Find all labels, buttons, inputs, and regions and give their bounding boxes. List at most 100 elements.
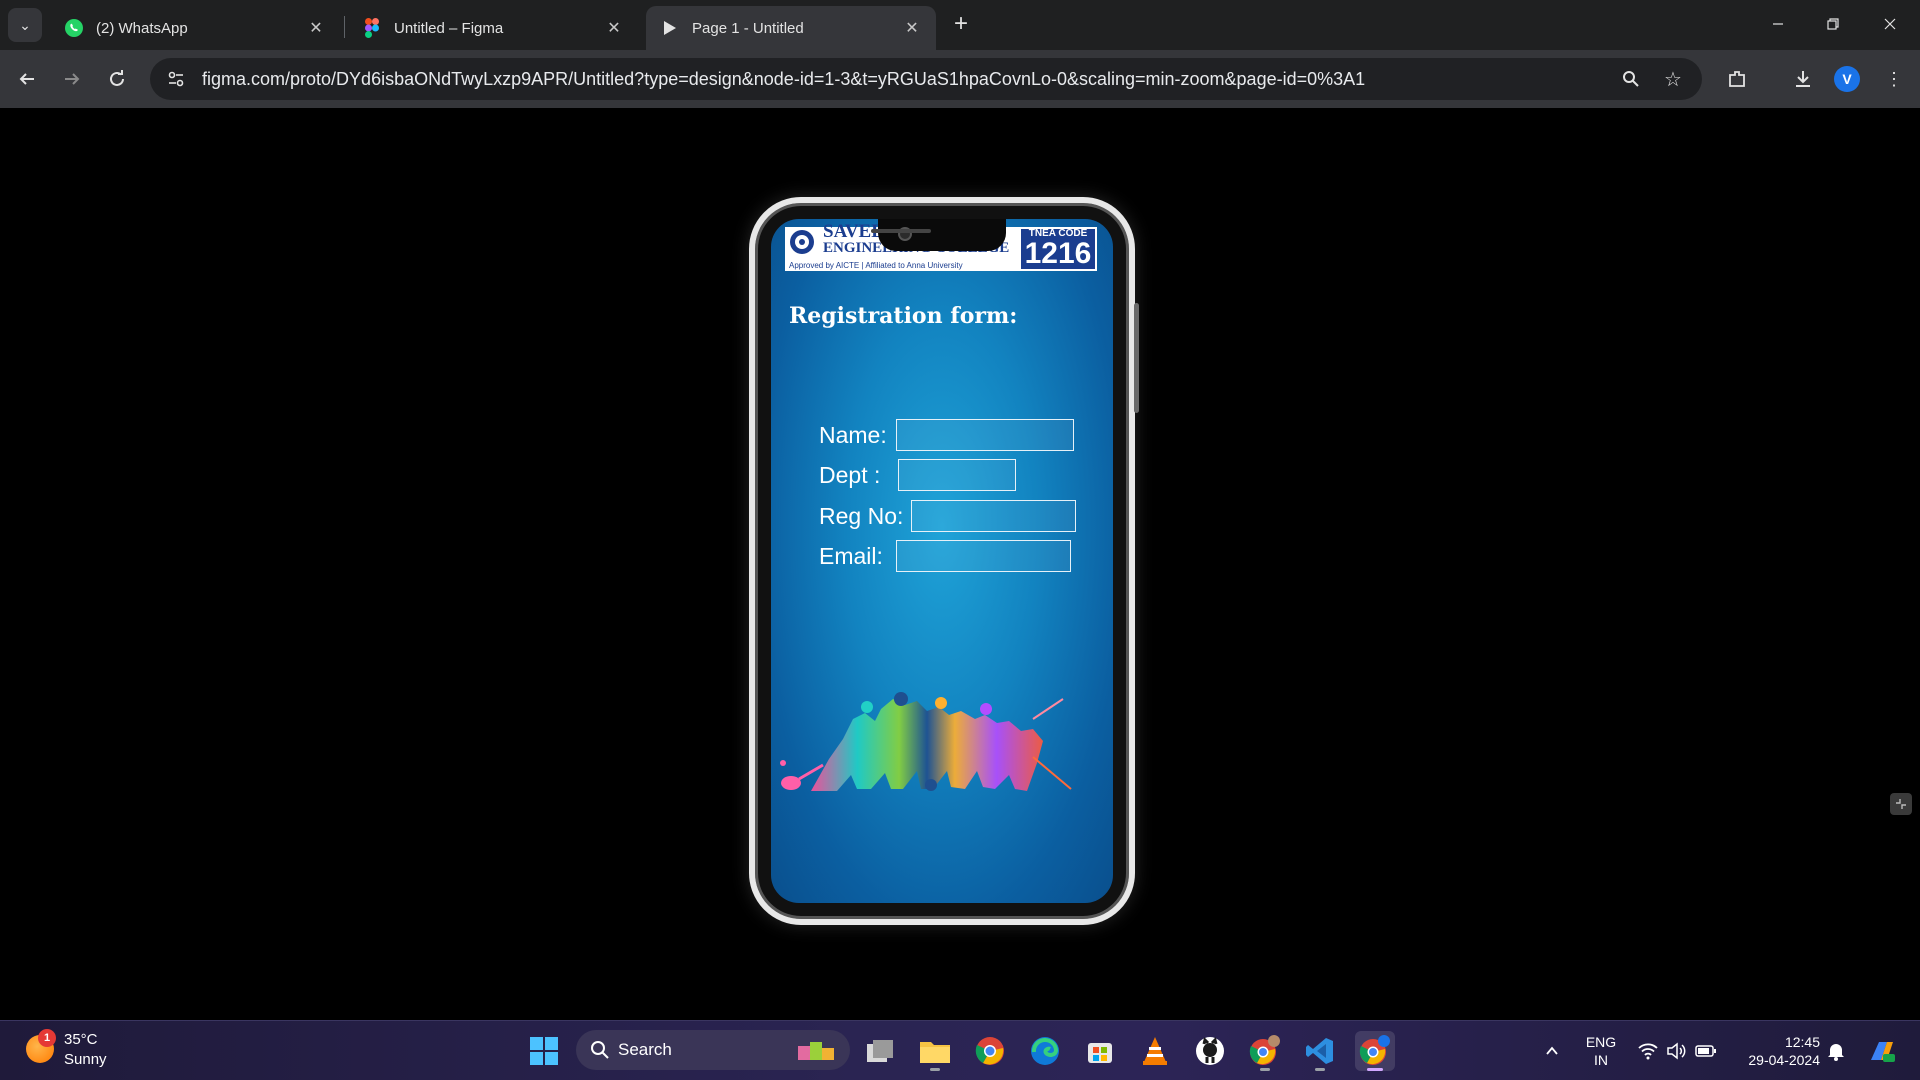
tab-title: Page 1 - Untitled <box>692 19 804 37</box>
reg-no-row: Reg No: <box>819 500 1077 532</box>
extensions-icon[interactable] <box>1722 64 1752 94</box>
edge-icon <box>1031 1037 1059 1065</box>
reg-no-field[interactable] <box>911 500 1077 532</box>
chrome-active-button[interactable] <box>1355 1031 1395 1071</box>
chevron-down-icon: ⌄ <box>19 16 31 33</box>
dept-row: Dept : <box>819 459 1017 491</box>
zoom-icon[interactable] <box>1618 66 1644 92</box>
tab-prototype[interactable]: Page 1 - Untitled ✕ <box>646 6 936 50</box>
input-language[interactable]: ENG IN <box>1578 1033 1624 1069</box>
microsoft-store-button[interactable] <box>1080 1031 1120 1071</box>
start-button[interactable] <box>524 1031 564 1071</box>
close-icon[interactable]: ✕ <box>306 18 326 38</box>
edge-button[interactable] <box>1025 1031 1065 1071</box>
bookmark-star-icon[interactable]: ☆ <box>1660 66 1686 92</box>
email-label: Email: <box>819 542 883 569</box>
search-label: Search <box>618 1040 672 1059</box>
collapse-ui-button[interactable] <box>1890 793 1912 815</box>
reload-icon <box>110 70 124 86</box>
windows-start-icon <box>530 1037 558 1065</box>
collapse-icon <box>1896 799 1906 809</box>
address-bar[interactable]: figma.com/proto/DYd6isbaONdTwyLxzp9APR/U… <box>150 58 1702 100</box>
taskbar-search[interactable]: Search <box>576 1030 850 1070</box>
email-field[interactable] <box>895 540 1071 572</box>
name-row: Name: <box>819 419 1074 451</box>
url-text[interactable]: figma.com/proto/DYd6isbaONdTwyLxzp9APR/U… <box>202 69 1365 90</box>
reload-button[interactable] <box>102 64 132 94</box>
battery-icon[interactable] <box>1694 1039 1718 1063</box>
profile-avatar[interactable]: V <box>1834 66 1860 92</box>
dept-field[interactable] <box>898 459 1017 491</box>
search-highlight-icon <box>798 1042 834 1060</box>
arrow-left-icon <box>19 73 34 85</box>
running-indicator <box>930 1068 940 1071</box>
tab-figma[interactable]: Untitled – Figma ✕ <box>348 6 638 50</box>
close-window-button[interactable] <box>1876 10 1904 38</box>
chevron-up-icon[interactable] <box>1540 1039 1564 1063</box>
name-field[interactable] <box>895 419 1074 451</box>
site-info-button[interactable] <box>156 59 196 99</box>
task-view-button[interactable] <box>860 1031 900 1071</box>
clock[interactable]: 12:45 29-04-2024 <box>1734 1033 1820 1069</box>
prototype-viewport: SAVEETHA ENGINEERING COLLEGE Approved by… <box>0 108 1920 1020</box>
task-view-icon <box>867 1040 893 1062</box>
search-icon <box>591 1041 609 1059</box>
tab-divider <box>344 16 345 38</box>
region-code: IN <box>1594 1052 1608 1068</box>
college-affiliation: Approved by AICTE | Affiliated to Anna U… <box>789 261 963 270</box>
download-icon[interactable] <box>1788 64 1818 94</box>
close-icon[interactable]: ✕ <box>604 18 624 38</box>
phone-frame: SAVEETHA ENGINEERING COLLEGE Approved by… <box>749 197 1139 925</box>
running-indicator <box>1260 1068 1270 1071</box>
phone-notch <box>878 219 1006 251</box>
reg-no-label: Reg No: <box>819 502 904 529</box>
tab-title: (2) WhatsApp <box>96 19 188 37</box>
tune-icon <box>168 71 184 87</box>
github-button[interactable] <box>1190 1031 1230 1071</box>
vscode-button[interactable] <box>1300 1031 1340 1071</box>
volume-icon[interactable] <box>1664 1039 1688 1063</box>
weather-temperature: 35°C <box>64 1031 98 1048</box>
notification-bell-icon[interactable] <box>1824 1039 1848 1063</box>
figma-icon <box>362 18 382 38</box>
tab-search-button[interactable]: ⌄ <box>8 8 42 42</box>
file-explorer-icon <box>920 1042 950 1063</box>
more-menu-icon[interactable]: ⋮ <box>1879 64 1909 94</box>
running-indicator <box>1367 1068 1383 1071</box>
chrome-button[interactable] <box>970 1031 1010 1071</box>
vlc-button[interactable] <box>1135 1031 1175 1071</box>
chrome-icon <box>975 1037 1004 1065</box>
file-explorer-button[interactable] <box>915 1031 955 1071</box>
tab-whatsapp[interactable]: (2) WhatsApp ✕ <box>50 6 340 50</box>
language-code: ENG <box>1585 1034 1617 1050</box>
clock-time: 12:45 <box>1784 1034 1820 1050</box>
dept-label: Dept : <box>819 461 881 488</box>
name-label: Name: <box>819 421 887 448</box>
tab-title: Untitled – Figma <box>394 19 504 37</box>
tnea-code: 1216 <box>1024 237 1092 270</box>
close-icon[interactable]: ✕ <box>902 18 922 38</box>
wifi-icon[interactable] <box>1636 1039 1660 1063</box>
vlc-icon <box>1143 1037 1167 1065</box>
browser-tab-bar: ⌄ (2) WhatsApp ✕ Untitled – Figma ✕ Page… <box>0 0 1920 50</box>
chrome-active-icon <box>1359 1035 1390 1065</box>
notification-badge: 1 <box>38 1029 56 1047</box>
running-indicator <box>1315 1068 1325 1071</box>
forward-button[interactable] <box>57 64 87 94</box>
github-icon <box>1196 1037 1224 1065</box>
restore-button[interactable] <box>1819 10 1847 38</box>
phone-speaker <box>871 229 931 233</box>
vscode-icon <box>1306 1038 1333 1064</box>
email-row: Email: <box>819 540 1071 572</box>
back-button[interactable] <box>12 64 42 94</box>
minimize-button[interactable] <box>1764 10 1792 38</box>
tnea-code-badge: TNEA CODE 1216 <box>1019 227 1097 271</box>
new-tab-button[interactable]: + <box>948 12 974 38</box>
play-icon <box>660 18 680 38</box>
weather-condition: Sunny <box>64 1051 107 1068</box>
windows-taskbar: 1 35°C Sunny Search ENG IN 12:45 29-04-2… <box>0 1020 1920 1080</box>
copilot-icon[interactable] <box>1866 1035 1898 1067</box>
chrome-profile-button[interactable] <box>1245 1031 1285 1071</box>
browser-toolbar: figma.com/proto/DYd6isbaONdTwyLxzp9APR/U… <box>0 50 1920 108</box>
phone-side-button <box>1134 303 1139 413</box>
